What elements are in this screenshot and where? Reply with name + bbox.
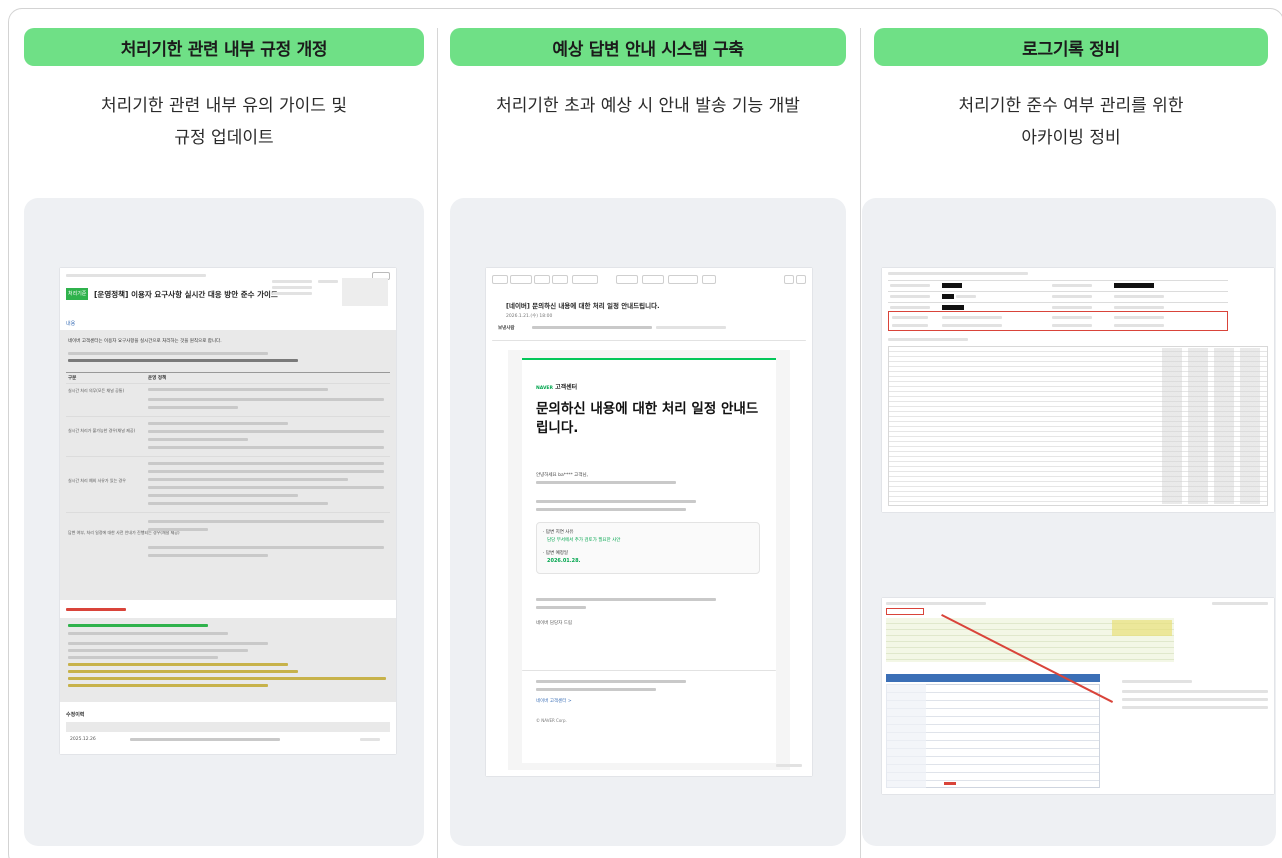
table-row-label: 실시간 처리 예외 사유가 있는 경우 bbox=[68, 478, 126, 483]
delay-reason-value: 담당 부서에서 추가 검토가 필요한 사안 bbox=[547, 538, 621, 543]
table-header-cell: 운영 정책 bbox=[148, 376, 167, 381]
expected-date-label: · 답변 예정일 bbox=[543, 551, 568, 556]
description-line: 규정 업데이트 bbox=[174, 128, 274, 148]
section-label: 내용 bbox=[66, 321, 76, 327]
schedule-info-box: · 답변 지연 사유 담당 부서에서 추가 검토가 필요한 사안 · 답변 예정… bbox=[536, 522, 760, 574]
column-divider bbox=[437, 28, 438, 858]
description-line: 처리기한 준수 여부 관리를 위한 bbox=[958, 96, 1184, 116]
column-divider bbox=[860, 28, 861, 858]
highlight-box bbox=[888, 311, 1228, 331]
admin-console-thumbnail bbox=[882, 598, 1274, 794]
table-row-label: 실시간 처리 의무(모든 채널 공통) bbox=[68, 388, 125, 393]
column-description: 처리기한 준수 여부 관리를 위한 아카이빙 정비 bbox=[874, 90, 1268, 154]
document-title: [운영정책] 이용자 요구사항 실시간 대응 방안 준수 가이드 bbox=[94, 290, 278, 299]
regulation-document-thumbnail: 처리기준 [운영정책] 이용자 요구사항 실시간 대응 방안 준수 가이드 내용… bbox=[60, 268, 396, 754]
column-title: 처리기한 관련 내부 규정 개정 bbox=[24, 28, 424, 66]
intro-text: 네이버 고객센터는 이용자 요구사항을 실시간으로 처리하는 것을 원칙으로 합… bbox=[68, 339, 222, 344]
revision-label: 수정이력 bbox=[66, 712, 85, 718]
screenshot-panel bbox=[862, 198, 1276, 846]
delay-reason-label: · 답변 지연 사유 bbox=[543, 530, 574, 535]
expected-date-value: 2026.01.28. bbox=[547, 558, 581, 564]
sender-label: 보낸사람 bbox=[498, 326, 515, 331]
column-title: 로그기록 정비 bbox=[874, 28, 1268, 66]
badge-label: 처리기준 bbox=[68, 291, 87, 297]
email-date: 2026.1.21.(수) 18:00 bbox=[506, 314, 553, 319]
email-screenshot-thumbnail: [네이버] 문의하신 내용에 대한 처리 일정 안내드립니다. 2026.1.2… bbox=[486, 268, 812, 776]
description-line: 처리기한 초과 예상 시 안내 발송 기능 개발 bbox=[496, 96, 800, 116]
card-title: 문의하신 내용에 대한 처리 일정 안내드립니다. bbox=[536, 401, 759, 436]
column-description: 처리기한 초과 예상 시 안내 발송 기능 개발 bbox=[450, 90, 846, 122]
screenshot-panel: [네이버] 문의하신 내용에 대한 처리 일정 안내드립니다. 2026.1.2… bbox=[450, 198, 846, 846]
email-card: NAVER 고객센터 문의하신 내용에 대한 처리 일정 안내드립니다. 안녕하… bbox=[522, 358, 776, 763]
brand-text: 고객센터 bbox=[555, 384, 578, 391]
closing-text: 네이버 담당자 드림 bbox=[536, 621, 572, 626]
brand-label: NAVER 고객센터 bbox=[536, 384, 578, 391]
column-title: 예상 답변 안내 시스템 구축 bbox=[450, 28, 846, 66]
greeting: 안녕하세요 ba**** 고객님, bbox=[536, 473, 589, 478]
column-description: 처리기한 관련 내부 유의 가이드 및 규정 업데이트 bbox=[24, 90, 424, 154]
email-subject: [네이버] 문의하신 내용에 대한 처리 일정 안내드립니다. bbox=[506, 302, 660, 310]
log-table-thumbnail bbox=[882, 268, 1274, 512]
revision-date: 2025.12.26 bbox=[70, 737, 96, 742]
copyright: © NAVER Corp. bbox=[536, 718, 567, 723]
description-line: 처리기한 관련 내부 유의 가이드 및 bbox=[101, 96, 347, 116]
description-line: 아카이빙 정비 bbox=[1021, 128, 1121, 148]
table-header-cell: 구분 bbox=[68, 376, 77, 381]
table-row-label: 실시간 처리가 불가능한 경우(채널 제공) bbox=[68, 428, 136, 433]
highlight-box bbox=[886, 608, 924, 615]
screenshot-panel: 처리기준 [운영정책] 이용자 요구사항 실시간 대응 방안 준수 가이드 내용… bbox=[24, 198, 424, 846]
footer-link: 네이버 고객센터 > bbox=[536, 699, 572, 704]
